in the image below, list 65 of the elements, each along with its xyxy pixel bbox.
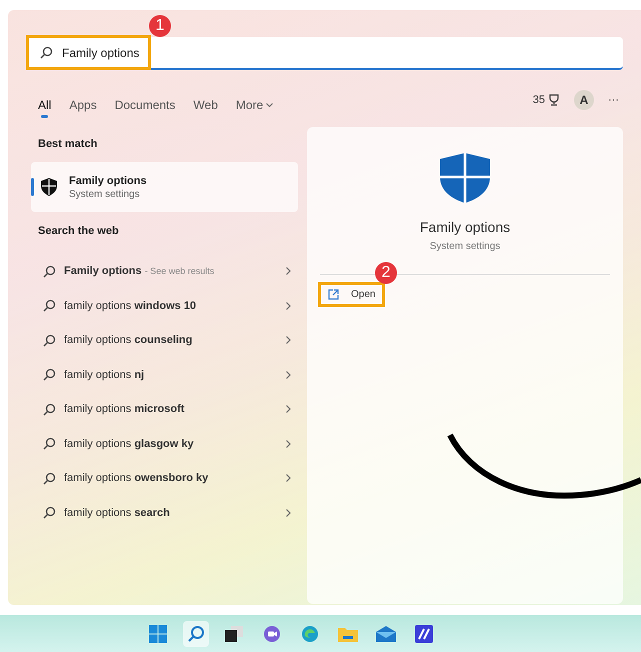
search-field[interactable]: Family options xyxy=(28,37,623,70)
web-result-item[interactable]: family options nj xyxy=(36,358,291,392)
preview-subtitle: System settings xyxy=(430,241,500,252)
filter-tab[interactable]: Web xyxy=(193,98,218,118)
windows-stack-icon xyxy=(224,626,242,642)
filter-tab[interactable]: Apps xyxy=(69,98,97,118)
search-icon xyxy=(40,46,53,59)
video-chat-icon xyxy=(262,624,280,642)
best-match-item[interactable]: Family options System settings xyxy=(31,162,298,212)
search-text: Family options xyxy=(62,46,140,60)
search-icon xyxy=(43,299,56,312)
search-suggestion: family options glasgow ky xyxy=(64,438,195,450)
search-icon xyxy=(43,437,56,450)
search-icon xyxy=(43,402,56,416)
web-result-item[interactable]: family options windows 10 xyxy=(36,288,291,323)
filter-tab[interactable]: More xyxy=(236,98,274,118)
shield-icon xyxy=(440,153,490,203)
web-result-item[interactable]: family options search xyxy=(36,496,291,530)
search-icon xyxy=(186,624,204,642)
search-suggestion: Family options - See web results xyxy=(64,265,216,278)
account-avatar[interactable]: A xyxy=(574,90,594,110)
search-icon xyxy=(43,506,56,520)
chevron-right-icon xyxy=(286,474,291,482)
chevron-right-icon xyxy=(286,267,291,276)
filter-tab[interactable]: Documents xyxy=(114,98,176,118)
search-suggestion: family options nj xyxy=(64,368,146,381)
chevron-right-icon xyxy=(286,370,291,379)
browser-icon xyxy=(300,624,318,642)
search-suggestion: family options search xyxy=(64,506,171,519)
trophy-icon xyxy=(548,94,560,106)
search-suggestion: family options owensboro ky xyxy=(64,472,210,484)
chevron-right-icon xyxy=(286,302,291,310)
search-suggestion: family options microsoft xyxy=(64,403,186,416)
chevron-down-icon xyxy=(266,102,274,108)
open-button[interactable]: Open xyxy=(321,285,382,304)
search-icon xyxy=(43,334,56,347)
chevron-right-icon xyxy=(286,405,291,414)
search-icon xyxy=(43,472,56,485)
web-result-item[interactable]: family options counseling xyxy=(36,323,291,358)
search-suggestion: family options counseling xyxy=(64,334,194,346)
app-icon xyxy=(414,624,432,642)
web-result-item[interactable]: family options microsoft xyxy=(36,392,291,426)
web-result-item[interactable]: Family options - See web results xyxy=(36,254,291,288)
points-count: 35 xyxy=(532,94,545,106)
section-heading: Best match xyxy=(38,138,98,150)
chevron-right-icon xyxy=(286,440,291,448)
step-badge: 1 xyxy=(149,15,171,37)
mail-icon xyxy=(376,626,396,642)
preview-title: Family options xyxy=(420,219,510,235)
chevron-right-icon xyxy=(286,336,291,344)
search-icon xyxy=(43,368,56,382)
result-subtitle: System settings xyxy=(69,188,141,200)
external-link-icon xyxy=(328,289,339,300)
web-result-item[interactable]: family options glasgow ky xyxy=(36,426,291,461)
section-heading: Search the web xyxy=(38,225,119,237)
filter-tab[interactable]: All xyxy=(38,98,52,118)
shield-icon xyxy=(41,178,57,196)
result-title: Family options xyxy=(69,174,147,186)
search-suggestion: family options windows 10 xyxy=(64,300,198,312)
more-options-button[interactable]: ··· xyxy=(608,94,619,106)
windows-icon xyxy=(148,624,166,642)
web-result-item[interactable]: family options owensboro ky xyxy=(36,461,291,496)
chevron-right-icon xyxy=(286,508,291,517)
folder-icon xyxy=(338,626,358,642)
search-icon xyxy=(43,264,56,278)
